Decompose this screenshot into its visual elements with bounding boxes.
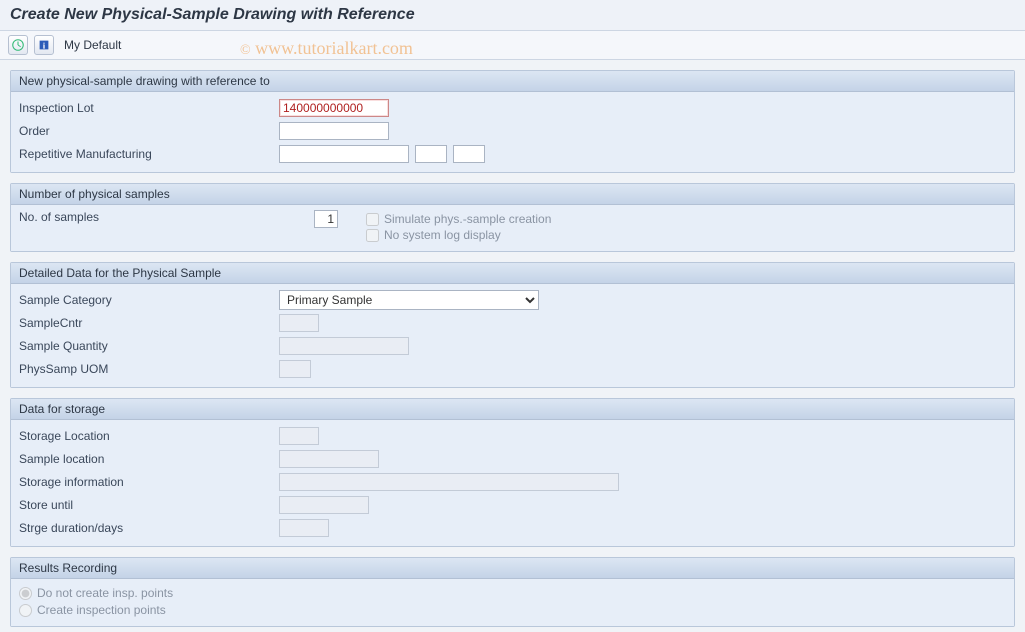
storage-location-label: Storage Location — [19, 429, 279, 443]
info-icon[interactable]: i — [34, 35, 54, 55]
sample-qty-label: Sample Quantity — [19, 339, 279, 353]
storage-info-label: Storage information — [19, 475, 279, 489]
sample-cntr-label: SampleCntr — [19, 316, 279, 330]
store-until-input — [279, 496, 369, 514]
no-syslog-checkbox — [366, 229, 379, 242]
no-syslog-checkbox-row: No system log display — [366, 228, 551, 242]
simulate-label: Simulate phys.-sample creation — [384, 212, 551, 226]
storage-data-header: Data for storage — [11, 399, 1014, 420]
sample-location-input — [279, 450, 379, 468]
radio-create-insp-points-label: Create inspection points — [37, 603, 166, 617]
phys-samp-uom-input — [279, 360, 311, 378]
storage-location-input — [279, 427, 319, 445]
results-recording-group: Results Recording Do not create insp. po… — [10, 557, 1015, 627]
page-title: Create New Physical-Sample Drawing with … — [10, 6, 1015, 24]
detailed-data-group: Detailed Data for the Physical Sample Sa… — [10, 262, 1015, 388]
radio-no-insp-points — [19, 587, 32, 600]
no-samples-input[interactable] — [314, 210, 338, 228]
order-input[interactable] — [279, 122, 389, 140]
content-area: New physical-sample drawing with referen… — [0, 60, 1025, 627]
strge-duration-label: Strge duration/days — [19, 521, 279, 535]
rep-mfg-input-1[interactable] — [279, 145, 409, 163]
simulate-checkbox-row: Simulate phys.-sample creation — [366, 212, 551, 226]
no-samples-label: No. of samples — [19, 210, 314, 224]
sample-location-label: Sample location — [19, 452, 279, 466]
results-recording-header: Results Recording — [11, 558, 1014, 579]
sample-category-label: Sample Category — [19, 293, 279, 307]
reference-group-header: New physical-sample drawing with referen… — [11, 71, 1014, 92]
storage-info-input — [279, 473, 619, 491]
store-until-label: Store until — [19, 498, 279, 512]
order-label: Order — [19, 124, 279, 138]
inspection-lot-input[interactable] — [279, 99, 389, 117]
reference-group: New physical-sample drawing with referen… — [10, 70, 1015, 173]
sample-qty-input — [279, 337, 409, 355]
execute-icon[interactable] — [8, 35, 28, 55]
simulate-checkbox — [366, 213, 379, 226]
radio-no-insp-points-row: Do not create insp. points — [19, 586, 1006, 600]
radio-no-insp-points-label: Do not create insp. points — [37, 586, 173, 600]
repetitive-mfg-label: Repetitive Manufacturing — [19, 147, 279, 161]
sample-cntr-input — [279, 314, 319, 332]
detailed-data-header: Detailed Data for the Physical Sample — [11, 263, 1014, 284]
rep-mfg-input-3[interactable] — [453, 145, 485, 163]
inspection-lot-label: Inspection Lot — [19, 101, 279, 115]
strge-duration-input — [279, 519, 329, 537]
rep-mfg-input-2[interactable] — [415, 145, 447, 163]
radio-create-insp-points — [19, 604, 32, 617]
radio-create-insp-points-row: Create inspection points — [19, 603, 1006, 617]
sample-category-select[interactable]: Primary Sample — [279, 290, 539, 310]
number-samples-group: Number of physical samples No. of sample… — [10, 183, 1015, 252]
phys-samp-uom-label: PhysSamp UOM — [19, 362, 279, 376]
storage-data-group: Data for storage Storage Location Sample… — [10, 398, 1015, 547]
title-bar: Create New Physical-Sample Drawing with … — [0, 0, 1025, 31]
toolbar: i My Default — [0, 31, 1025, 60]
number-samples-header: Number of physical samples — [11, 184, 1014, 205]
my-default-button[interactable]: My Default — [64, 38, 121, 52]
no-syslog-label: No system log display — [384, 228, 501, 242]
